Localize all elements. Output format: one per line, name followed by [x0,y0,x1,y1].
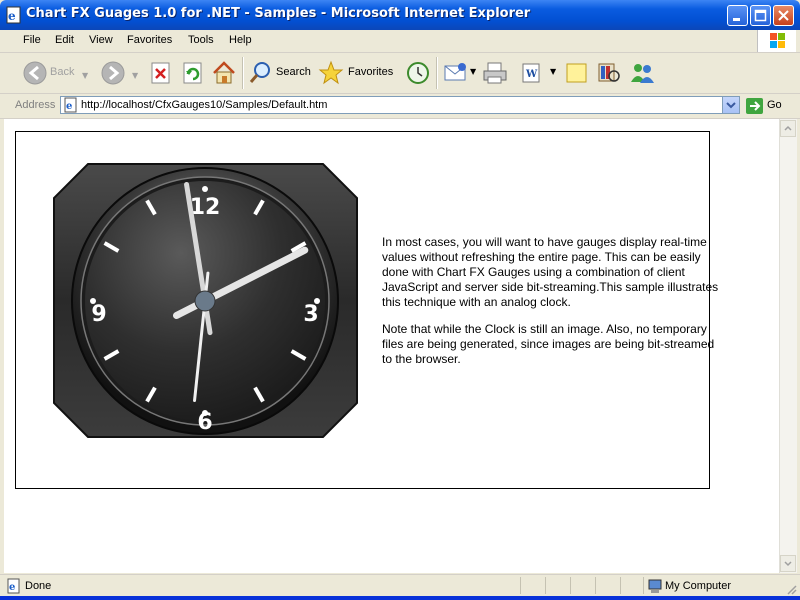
refresh-icon[interactable] [182,62,204,84]
go-button[interactable]: Go [745,97,795,115]
menu-view[interactable]: View [89,34,113,46]
print-icon[interactable] [482,60,508,86]
status-pane [570,577,571,594]
standard-toolbar: Back ▼ ▼ Search Favorites ▼ W ▼ [0,53,800,94]
menu-edit[interactable]: Edit [55,34,74,46]
menu-file[interactable]: File [23,34,41,46]
go-arrow-icon [746,98,763,114]
numeral-9: 9 [91,302,106,327]
description-text: In most cases, you will want to have gau… [382,235,724,379]
windows-flag-icon [770,33,785,48]
stop-icon[interactable] [150,62,172,84]
window-title: Chart FX Guages 1.0 for .NET - Samples -… [26,6,531,21]
minimize-button[interactable] [727,5,748,26]
search-button[interactable]: Search [248,59,312,87]
search-icon [249,62,270,83]
address-label: Address [15,99,56,111]
maximize-button[interactable] [750,5,771,26]
clock-center-hub [194,290,216,312]
chevron-down-icon [784,561,792,567]
analog-clock-gauge: 12 3 6 9 [53,163,358,438]
chevron-down-icon [726,102,736,109]
numeral-12: 12 [190,195,221,220]
address-input[interactable]: e http://localhost/CfxGauges10/Samples/D… [60,96,740,114]
menu-tools[interactable]: Tools [188,34,214,46]
maximize-icon [754,9,767,22]
scroll-down-button[interactable] [780,555,796,572]
vertical-scrollbar[interactable] [779,119,797,573]
mail-dropdown-icon[interactable]: ▼ [470,67,476,76]
security-zone: My Computer [665,580,732,592]
numeral-6: 6 [197,410,212,435]
favorites-star-icon [318,60,344,85]
my-computer-icon [648,579,662,593]
status-bar: e Done My Computer [0,574,800,597]
menu-favorites[interactable]: Favorites [127,34,172,46]
address-bar: Address e http://localhost/CfxGauges10/S… [0,94,800,119]
home-icon[interactable] [211,60,237,86]
mail-button[interactable]: ▼ [443,61,479,85]
numeral-3: 3 [303,302,318,327]
page-content: 12 3 6 9 In most cases, you will want to… [4,119,779,573]
status-pane [620,577,621,594]
forward-dropdown-icon[interactable]: ▼ [132,71,138,80]
back-label: Back [50,66,75,78]
status-pane [545,577,546,594]
back-button[interactable]: Back ▼ [20,59,95,87]
forward-arrow-icon [101,61,125,85]
word-edit-icon: W [522,63,540,83]
status-pane [520,577,521,594]
back-arrow-icon [23,61,47,85]
svg-text:e: e [9,582,15,593]
close-icon [778,10,789,21]
status-text: Done [25,580,52,592]
windows-logo [757,30,796,52]
toolbar-separator [436,57,438,89]
status-pane [643,577,644,594]
back-dropdown-icon[interactable]: ▼ [82,71,88,80]
forward-button[interactable]: ▼ [100,59,140,87]
address-dropdown-button[interactable] [722,97,739,113]
svg-text:e: e [66,101,72,112]
go-label: Go [767,99,782,111]
minimize-icon [733,18,740,21]
sample-frame: 12 3 6 9 In most cases, you will want to… [15,131,718,489]
page-icon: e [64,97,77,113]
close-button[interactable] [773,5,794,26]
address-url: http://localhost/CfxGauges10/Samples/Def… [81,99,328,111]
hour-dot [202,186,208,192]
window-bottom-border [0,596,800,600]
menu-help[interactable]: Help [229,34,252,46]
mail-icon [444,63,466,81]
history-icon[interactable] [405,60,431,86]
messenger-icon[interactable] [628,60,656,86]
title-bar[interactable]: e Chart FX Guages 1.0 for .NET - Samples… [0,0,800,30]
research-icon[interactable] [596,60,622,86]
edit-button[interactable]: W ▼ [520,62,560,84]
favorites-button[interactable]: Favorites [318,59,398,87]
ie-page-icon: e [6,6,21,24]
page-status-icon: e [7,578,20,594]
search-label: Search [276,66,311,78]
paragraph-realtime: In most cases, you will want to have gau… [382,235,719,309]
svg-text:e: e [8,9,16,23]
discuss-icon[interactable] [565,61,589,85]
toolbar-separator [242,57,244,89]
paragraph-note: Note that while the Clock is still an im… [382,322,715,366]
resize-grip-icon[interactable] [785,583,797,595]
clock-svg: 12 3 6 9 [53,163,358,438]
edit-dropdown-icon[interactable]: ▼ [550,67,556,76]
status-pane [595,577,596,594]
favorites-label: Favorites [348,66,394,78]
menu-bar: File Edit View Favorites Tools Help [0,30,800,53]
scroll-up-button[interactable] [780,120,796,137]
browser-window: e Chart FX Guages 1.0 for .NET - Samples… [0,0,800,600]
svg-text:W: W [525,69,538,80]
chevron-up-icon [784,125,792,131]
